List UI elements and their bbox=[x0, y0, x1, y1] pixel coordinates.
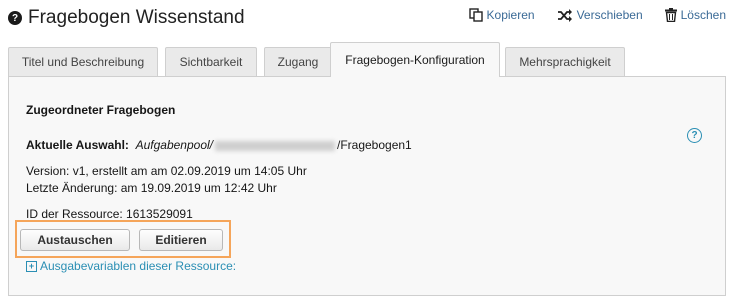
selection-pool: Aufgabenpool/ bbox=[135, 138, 213, 152]
tab-title-description[interactable]: Titel und Beschreibung bbox=[8, 47, 158, 76]
tab-access[interactable]: Zugang bbox=[264, 47, 332, 76]
tab-visibility[interactable]: Sichtbarkeit bbox=[165, 47, 257, 76]
help-icon[interactable]: ? bbox=[687, 128, 702, 143]
replace-button[interactable]: Austauschen bbox=[20, 229, 130, 251]
last-change-info: Letzte Änderung: am 19.09.2019 um 12:42 … bbox=[26, 181, 277, 195]
move-action[interactable]: Verschieben bbox=[557, 8, 643, 22]
copy-icon bbox=[468, 8, 483, 22]
redacted-path bbox=[215, 140, 335, 151]
section-title: Zugeordneter Fragebogen bbox=[26, 103, 176, 117]
config-panel: Zugeordneter Fragebogen ? Aktuelle Auswa… bbox=[8, 76, 726, 296]
copy-action[interactable]: Kopieren bbox=[468, 8, 535, 22]
tab-bar: Titel und Beschreibung Sichtbarkeit Zuga… bbox=[8, 42, 728, 77]
expand-plus-icon: + bbox=[26, 260, 37, 272]
edit-button[interactable]: Editieren bbox=[139, 229, 223, 251]
tab-multilingual[interactable]: Mehrsprachigkeit bbox=[505, 47, 625, 76]
delete-action[interactable]: Löschen bbox=[664, 8, 726, 22]
questionnaire-icon: ? bbox=[8, 11, 22, 25]
output-variables-expander[interactable]: + Ausgabevariablen dieser Ressource: bbox=[26, 259, 236, 273]
selection-label: Aktuelle Auswahl: bbox=[26, 138, 129, 152]
delete-label: Löschen bbox=[680, 8, 726, 22]
trash-icon bbox=[664, 8, 677, 22]
page-title: Fragebogen Wissenstand bbox=[28, 7, 245, 28]
selection-name: /Fragebogen1 bbox=[337, 138, 412, 152]
header-actions: Kopieren Verschieben Löschen bbox=[468, 8, 726, 22]
page-header: ? Fragebogen Wissenstand bbox=[8, 7, 245, 29]
copy-label: Kopieren bbox=[486, 8, 535, 22]
shuffle-icon bbox=[557, 8, 572, 22]
tab-questionnaire-config[interactable]: Fragebogen-Konfiguration bbox=[330, 42, 500, 77]
version-info: Version: v1, erstellt am am 02.09.2019 u… bbox=[26, 164, 307, 178]
output-variables-link[interactable]: Ausgabevariablen dieser Ressource: bbox=[40, 259, 236, 273]
resource-id: ID der Ressource: 1613529091 bbox=[26, 207, 193, 221]
move-label: Verschieben bbox=[576, 8, 643, 22]
current-selection: Aktuelle Auswahl: Aufgabenpool/ /Fragebog… bbox=[26, 138, 412, 152]
